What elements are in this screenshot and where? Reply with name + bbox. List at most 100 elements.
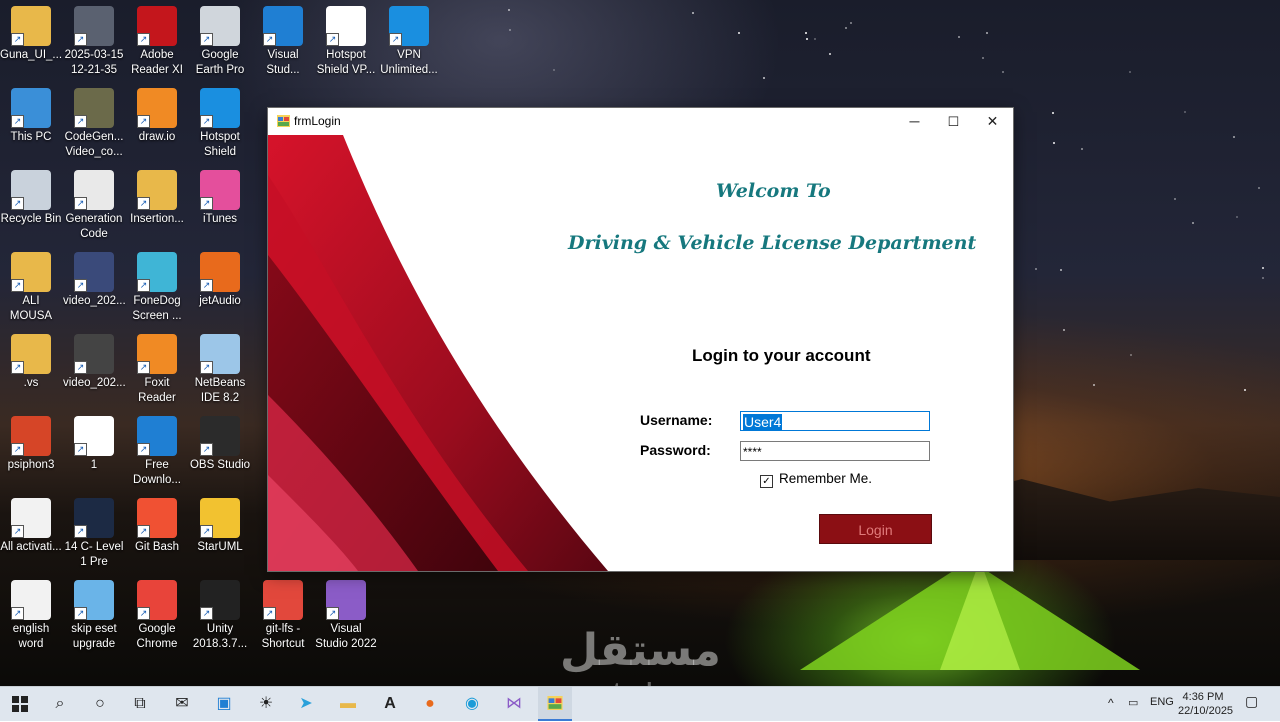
shield-icon: ↗ (200, 88, 240, 128)
desktop-icon[interactable]: ↗ ALI MOUSA (0, 248, 62, 328)
mail-icon[interactable]: ✉ (170, 692, 194, 716)
file-explorer-icon[interactable]: ▬ (336, 692, 360, 716)
desktop-icon[interactable]: ↗ All activati... (0, 494, 62, 574)
star (738, 32, 741, 35)
music-icon: ↗ (200, 170, 240, 210)
star (1093, 384, 1096, 387)
desktop-icon[interactable]: ↗ NetBeans IDE 8.2 (189, 330, 251, 410)
desktop-icon[interactable]: ↗ OBS Studio (189, 412, 251, 492)
star (1035, 268, 1038, 271)
desktop-icon[interactable]: ↗ This PC (0, 84, 62, 164)
desktop-icon[interactable]: ↗ skip eset upgrade (63, 576, 125, 656)
desktop-icon[interactable]: ↗ .vs (0, 330, 62, 410)
star (692, 12, 695, 15)
edge-icon[interactable]: ◉ (460, 692, 484, 716)
desktop-icon[interactable]: ↗ git-lfs - Shortcut (252, 576, 314, 656)
maximize-button[interactable]: ☐ (934, 108, 973, 135)
shortcut-arrow-icon: ↗ (263, 33, 276, 46)
remember-me-checkbox[interactable]: ✓ Remember Me. (760, 471, 872, 488)
star (845, 26, 848, 29)
file-icon: ↗ (11, 498, 51, 538)
desktop-icon[interactable]: ↗ Unity 2018.3.7... (189, 576, 251, 656)
desktop-icon-label: Free Downlo... (133, 459, 181, 486)
shortcut-arrow-icon: ↗ (389, 33, 402, 46)
desktop-icon[interactable]: ↗ VPN Unlimited... (378, 2, 440, 82)
desktop-icon[interactable]: ↗ Git Bash (126, 494, 188, 574)
desktop-icon-label: ALI MOUSA (9, 295, 53, 322)
shortcut-arrow-icon: ↗ (74, 607, 87, 620)
desktop-icon[interactable]: ↗ Free Downlo... (126, 412, 188, 492)
desktop-icon[interactable]: ↗ 2025-03-15 12-21-35 (63, 2, 125, 82)
desktop-icon[interactable]: ↗ Hotspot Shield (189, 84, 251, 164)
notifications-icon[interactable]: ▢ (1245, 693, 1258, 710)
password-input[interactable]: **** (740, 441, 930, 461)
desktop-icon[interactable]: ↗ Generation Code (63, 166, 125, 246)
desktop-icon[interactable]: ↗ Visual Studio 2022 (315, 576, 377, 656)
minimize-button[interactable]: ─ (895, 108, 934, 135)
visual-studio-icon[interactable]: ⋈ (502, 692, 526, 716)
username-input[interactable]: User4 (740, 411, 930, 431)
chevron-up-icon[interactable]: ^ (1108, 696, 1114, 710)
battery-icon[interactable]: ▭ (1128, 696, 1138, 709)
shortcut-arrow-icon: ↗ (200, 197, 213, 210)
brightness-icon[interactable]: ☀ (254, 692, 278, 716)
desktop-icon[interactable]: ↗ video_202... (63, 330, 126, 410)
desktop-icon[interactable]: ↗ Recycle Bin (0, 166, 62, 246)
desktop-icon[interactable]: ↗ english word (0, 576, 62, 656)
windows-start-icon[interactable] (8, 692, 32, 716)
desktop-icon[interactable]: ↗ CodeGen... Video_co... (63, 84, 125, 164)
close-button[interactable]: ✕ (973, 108, 1012, 135)
desktop-icon[interactable]: ↗ draw.io (126, 84, 188, 164)
desktop-icon[interactable]: ↗ Google Earth Pro (189, 2, 251, 82)
checkmark-icon: ✓ (760, 475, 773, 488)
star (1261, 266, 1264, 269)
desktop-icon[interactable]: ↗ Google Chrome (126, 576, 188, 656)
recycle-bin-icon: ↗ (11, 170, 51, 210)
welcome-title: Welcom To (716, 180, 831, 202)
desktop-icon[interactable]: ↗ iTunes (189, 166, 251, 246)
shortcut-arrow-icon: ↗ (326, 33, 339, 46)
desktop-icon[interactable]: ↗ Hotspot Shield VP... (315, 2, 377, 82)
shield-icon: ↗ (326, 6, 366, 46)
task-view-icon[interactable]: ⧉ (128, 692, 152, 716)
clock[interactable]: 4:36 PM 22/10/2025 (1178, 690, 1233, 718)
desktop-icon[interactable]: ↗ psiphon3 (0, 412, 62, 492)
frmlogin-task-icon[interactable] (538, 687, 572, 721)
cortana-icon[interactable]: ○ (88, 692, 112, 716)
desktop-icon[interactable]: ↗ StarUML (189, 494, 251, 574)
title-bar[interactable]: frmLogin ─ ☐ ✕ (268, 108, 1013, 135)
desktop-icon-label: Guna_UI_... (0, 49, 63, 61)
font-app-icon[interactable]: A (378, 692, 402, 716)
desktop-icon[interactable]: ↗ jetAudio (189, 248, 251, 328)
shortcut-arrow-icon: ↗ (11, 525, 24, 538)
store-icon[interactable]: ▣ (212, 692, 236, 716)
desktop-icon[interactable]: ↗ Visual Stud... (252, 2, 314, 82)
shortcut-arrow-icon: ↗ (200, 33, 213, 46)
shortcut-arrow-icon: ↗ (11, 607, 24, 620)
git-icon: ↗ (137, 498, 177, 538)
shortcut-arrow-icon: ↗ (11, 115, 24, 128)
desktop-icon-label: Visual Studio 2022 (315, 623, 377, 650)
shortcut-arrow-icon: ↗ (11, 33, 24, 46)
record-icon: ↗ (137, 252, 177, 292)
desktop-icon[interactable]: ↗ Foxit Reader (126, 330, 188, 410)
shortcut-arrow-icon: ↗ (74, 33, 87, 46)
firefox-icon[interactable]: ● (418, 692, 442, 716)
desktop-icon[interactable]: ↗ Insertion... (126, 166, 188, 246)
login-button[interactable]: Login (819, 514, 932, 544)
username-value: User4 (743, 414, 783, 430)
desktop-icon-label: Google Chrome (136, 623, 178, 650)
shortcut-arrow-icon: ↗ (74, 525, 87, 538)
desktop-icon[interactable]: ↗ 1 (63, 412, 125, 492)
desktop-icon[interactable]: ↗ Adobe Reader XI (126, 2, 188, 82)
search-icon[interactable]: ⌕ (48, 692, 72, 716)
desktop-icon[interactable]: ↗ FoneDog Screen ... (126, 248, 188, 328)
shortcut-arrow-icon: ↗ (200, 525, 213, 538)
pdf-icon: ↗ (137, 334, 177, 374)
desktop-icon[interactable]: ↗ video_202... (63, 248, 126, 328)
telegram-icon[interactable]: ➤ (294, 692, 318, 716)
language-indicator[interactable]: ENG (1150, 696, 1174, 708)
desktop-icon[interactable]: ↗ Guna_UI_... (0, 2, 62, 82)
desktop-icon[interactable]: ↗ 14 C- Level 1 Pre (63, 494, 125, 574)
shortcut-arrow-icon: ↗ (200, 115, 213, 128)
